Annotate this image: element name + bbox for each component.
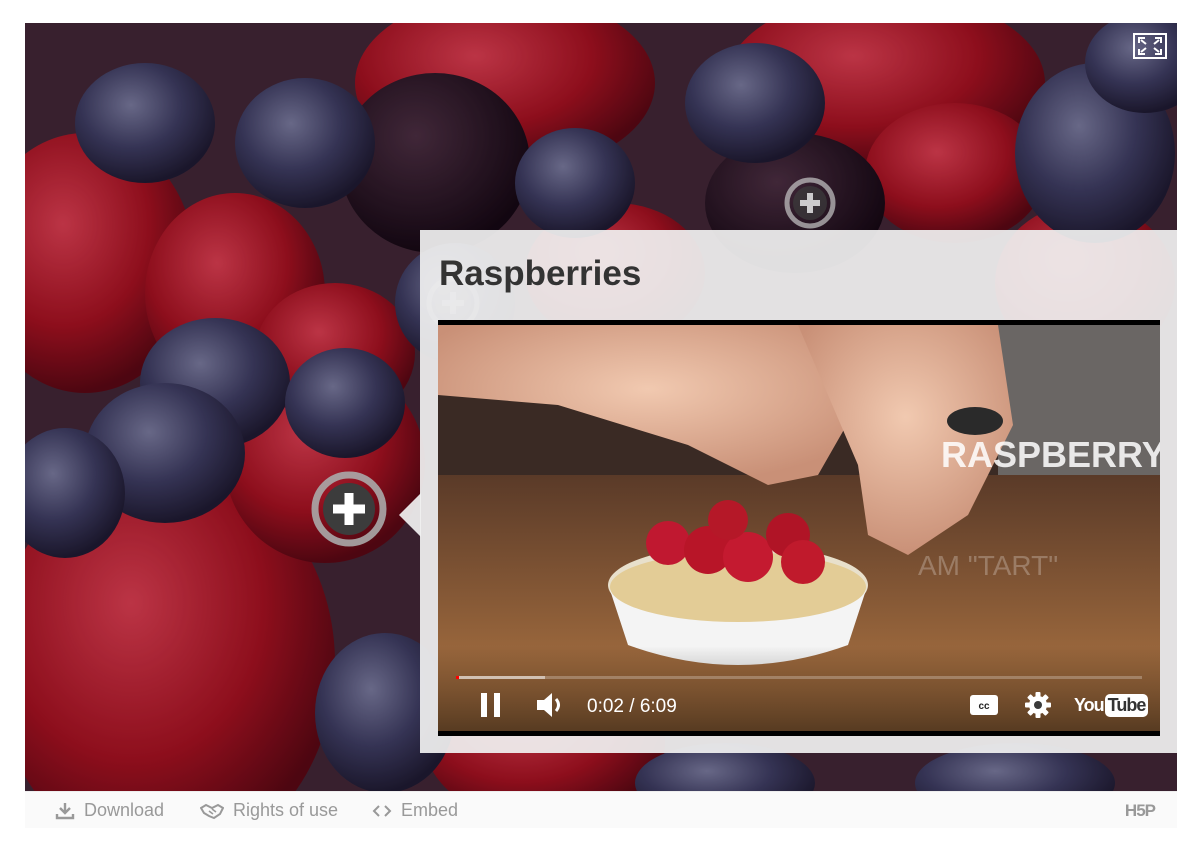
rights-label: Rights of use [233,800,339,820]
h5p-image-hotspots: Raspberries RASPBERRY AM "TART" 0:02 / 6… [25,23,1177,828]
gear-icon [1025,692,1051,718]
youtube-logo-tube: Tube [1104,694,1149,717]
download-action[interactable]: Download [55,800,164,821]
h5p-actions-bar: Download Rights of use Embed H5P [25,791,1177,828]
plus-circle-icon [311,471,387,547]
popup-title: Raspberries [439,254,642,293]
download-label: Download [84,800,165,820]
video-player[interactable]: RASPBERRY AM "TART" 0:02 / 6:09 cc You T… [438,320,1160,736]
video-time: 0:02 / 6:09 [587,696,677,717]
progress-buffered [456,676,545,679]
video-overlay-text-1: RASPBERRY [941,434,1160,475]
svg-text:cc: cc [978,701,990,712]
video-progress-bar[interactable] [456,676,1142,679]
volume-button[interactable] [535,690,567,725]
embed-action[interactable]: Embed [372,800,458,821]
youtube-logo-you: You [1074,695,1105,715]
fullscreen-button[interactable] [1133,33,1167,59]
background-image: Raspberries RASPBERRY AM "TART" 0:02 / 6… [25,23,1177,791]
code-icon [372,804,392,817]
handshake-icon [200,803,224,819]
rights-of-use-action[interactable]: Rights of use [200,800,338,821]
h5p-logo[interactable]: H5P [1125,801,1156,821]
video-overlay-text-2: AM "TART" [918,550,1058,581]
pause-button[interactable] [478,690,504,725]
pause-icon [481,693,500,717]
download-icon [55,802,75,819]
cc-icon: cc [970,695,998,715]
captions-button[interactable]: cc [969,694,999,721]
fullscreen-icon [1138,37,1162,55]
settings-button[interactable] [1024,691,1052,724]
hotspot-active[interactable] [311,471,387,547]
plus-circle-icon [784,177,836,229]
volume-icon [537,693,560,717]
progress-played [456,676,459,679]
youtube-logo[interactable]: You Tube [1074,694,1149,717]
hotspot-popup: Raspberries RASPBERRY AM "TART" 0:02 / 6… [420,230,1177,753]
embed-label: Embed [401,800,459,820]
popup-pointer [399,493,421,537]
hotspot-top[interactable] [784,177,836,229]
